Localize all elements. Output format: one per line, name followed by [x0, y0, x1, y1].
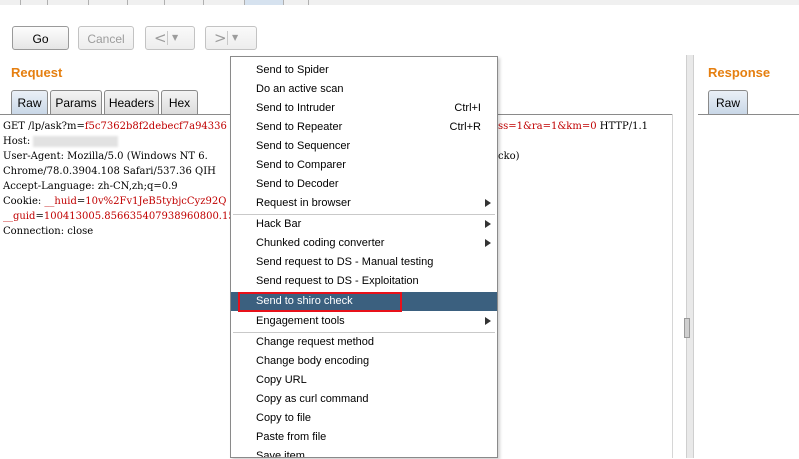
button-divider	[167, 31, 168, 45]
request-line: Accept-Language: zh-CN,zh;q=0.9	[3, 181, 178, 192]
forward-button[interactable]: > ▼	[205, 26, 257, 50]
menu-item-ds-manual-testing[interactable]: Send request to DS - Manual testing	[231, 253, 497, 272]
submenu-arrow-icon	[485, 220, 491, 228]
annotation-highlight	[238, 292, 402, 312]
request-line-tail: cko)	[498, 151, 520, 162]
request-line: GET /lp/ask?m=f5c7362b8f2debecf7a94336	[3, 121, 227, 132]
request-line: __guid=100413005.856635407938960800.15	[3, 211, 235, 222]
menu-item-request-in-browser[interactable]: Request in browser	[231, 194, 497, 213]
menu-item-send-to-sequencer[interactable]: Send to Sequencer	[231, 137, 497, 156]
chevron-down-icon[interactable]: ▼	[172, 27, 178, 49]
tab-params[interactable]: Params	[50, 90, 102, 114]
tab-hex[interactable]: Hex	[161, 90, 198, 114]
menu-item-active-scan[interactable]: Do an active scan	[231, 80, 497, 99]
request-line: Cookie: __huid=10v%2Fv1JeB5tybjcCyz92Q	[3, 196, 227, 207]
back-button[interactable]: < ▼	[145, 26, 195, 50]
splitter-handle[interactable]	[684, 318, 690, 338]
go-button[interactable]: Go	[12, 26, 69, 50]
menu-item-change-request-method[interactable]: Change request method	[231, 333, 497, 352]
submenu-arrow-icon	[485, 239, 491, 247]
redacted-host: xxxxxxxxxxxxxxx	[33, 136, 119, 147]
shortcut-label: Ctrl+R	[449, 121, 481, 133]
button-divider	[227, 31, 228, 45]
menu-item-change-body-encoding[interactable]: Change body encoding	[231, 352, 497, 371]
menu-item-chunked-coding-converter[interactable]: Chunked coding converter	[231, 234, 497, 253]
request-line: User-Agent: Mozilla/5.0 (Windows NT 6.	[3, 151, 208, 162]
chevron-right-icon: >	[214, 29, 227, 47]
tab-response-raw[interactable]: Raw	[708, 90, 748, 114]
menu-item-send-to-decoder[interactable]: Send to Decoder	[231, 175, 497, 194]
submenu-arrow-icon	[485, 317, 491, 325]
tab-raw[interactable]: Raw	[11, 90, 48, 114]
response-editor[interactable]	[698, 114, 799, 459]
menu-item-send-to-spider[interactable]: Send to Spider	[231, 61, 497, 80]
menu-item-send-to-comparer[interactable]: Send to Comparer	[231, 156, 497, 175]
request-title: Request	[11, 65, 63, 80]
request-line: Host: xxxxxxxxxxxxxxx	[3, 136, 119, 147]
pane-splitter[interactable]	[686, 55, 694, 458]
menu-item-copy-to-file[interactable]: Copy to file	[231, 409, 497, 428]
menu-item-paste-from-file[interactable]: Paste from file	[231, 428, 497, 447]
request-line-tail: ss=1&ra=1&km=0 HTTP/1.1	[498, 121, 649, 132]
menu-item-copy-url[interactable]: Copy URL	[231, 371, 497, 390]
request-line: Chrome/78.0.3904.108 Safari/537.36 QIH	[3, 166, 216, 177]
request-scrollbar[interactable]	[672, 114, 687, 458]
submenu-arrow-icon	[485, 199, 491, 207]
menu-item-send-to-repeater[interactable]: Send to Repeater Ctrl+R	[231, 118, 497, 137]
chevron-down-icon[interactable]: ▼	[232, 27, 238, 49]
menu-item-ds-exploitation[interactable]: Send request to DS - Exploitation	[231, 272, 497, 291]
menu-item-engagement-tools[interactable]: Engagement tools	[231, 312, 497, 331]
response-title: Response	[708, 65, 771, 80]
menu-item-send-to-intruder[interactable]: Send to Intruder Ctrl+I	[231, 99, 497, 118]
request-line: Connection: close	[3, 226, 94, 237]
menu-item-save-item[interactable]: Save item	[231, 447, 497, 457]
menu-item-hack-bar[interactable]: Hack Bar	[231, 215, 497, 234]
tab-headers[interactable]: Headers	[104, 90, 159, 114]
context-menu: Send to Spider Do an active scan Send to…	[230, 56, 498, 458]
chevron-left-icon: <	[154, 29, 167, 47]
cancel-button[interactable]: Cancel	[78, 26, 134, 50]
repeater-toolbar: Go Cancel < ▼ > ▼	[0, 5, 799, 55]
shortcut-label: Ctrl+I	[454, 102, 481, 114]
menu-item-copy-as-curl[interactable]: Copy as curl command	[231, 390, 497, 409]
